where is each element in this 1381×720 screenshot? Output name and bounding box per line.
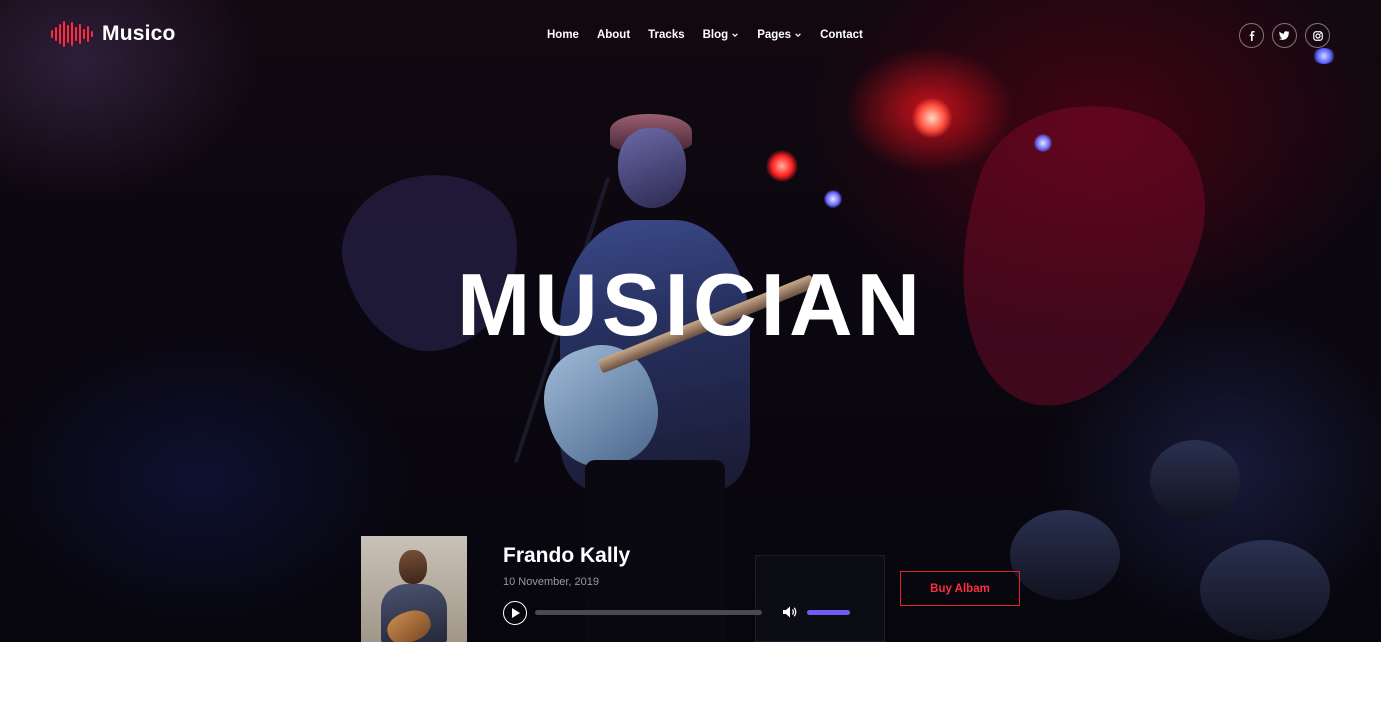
drum [1200,540,1330,640]
brand-name: Musico [102,22,176,45]
nav-label: Blog [702,29,729,41]
nav-tracks[interactable]: Tracks [648,27,684,43]
nav-label: Pages [757,29,792,41]
content-area [0,642,1381,720]
social-links [1239,23,1330,48]
instagram-icon [1312,30,1323,41]
track-title: Frando Kally [503,544,631,567]
nav-blog[interactable]: Blog [703,27,740,43]
stage-light [1034,134,1052,152]
stage-light [1312,48,1336,64]
facebook-link[interactable] [1239,23,1264,48]
track-date: 10 November, 2019 [503,576,600,588]
progress-bar[interactable] [535,610,762,615]
soundwave-icon [51,21,93,47]
facebook-icon [1249,30,1254,41]
stage-light [824,190,842,208]
twitter-link[interactable] [1272,23,1297,48]
nav-label: About [596,29,631,41]
drum [1010,510,1120,600]
chevron-down-icon [795,33,801,38]
nav-contact[interactable]: Contact [820,27,863,43]
nav-home[interactable]: Home [547,27,579,43]
buy-album-button[interactable]: Buy Albam [900,571,1020,606]
nav-label: Home [547,29,579,41]
nav-pages[interactable]: Pages [757,27,802,43]
nav-about[interactable]: About [597,27,630,43]
volume-icon[interactable] [782,605,798,619]
twitter-icon [1279,30,1290,40]
stage-light [912,98,952,138]
drum [1150,440,1240,520]
hero-section: Musico Home About Tracks Blog Pages Cont… [0,0,1381,642]
volume-slider[interactable] [807,610,850,615]
volume-fill [807,610,850,615]
play-icon [512,608,520,618]
hero-headline: MUSICIAN [456,255,925,354]
album-cover [361,536,467,642]
chevron-down-icon [732,33,739,38]
play-button[interactable] [503,601,527,625]
instagram-link[interactable] [1305,23,1330,48]
main-nav: Home About Tracks Blog Pages Contact [547,27,863,43]
nav-label: Tracks [648,29,685,41]
brand-logo[interactable]: Musico [51,21,176,47]
amplifier [755,555,885,642]
nav-label: Contact [820,29,863,41]
